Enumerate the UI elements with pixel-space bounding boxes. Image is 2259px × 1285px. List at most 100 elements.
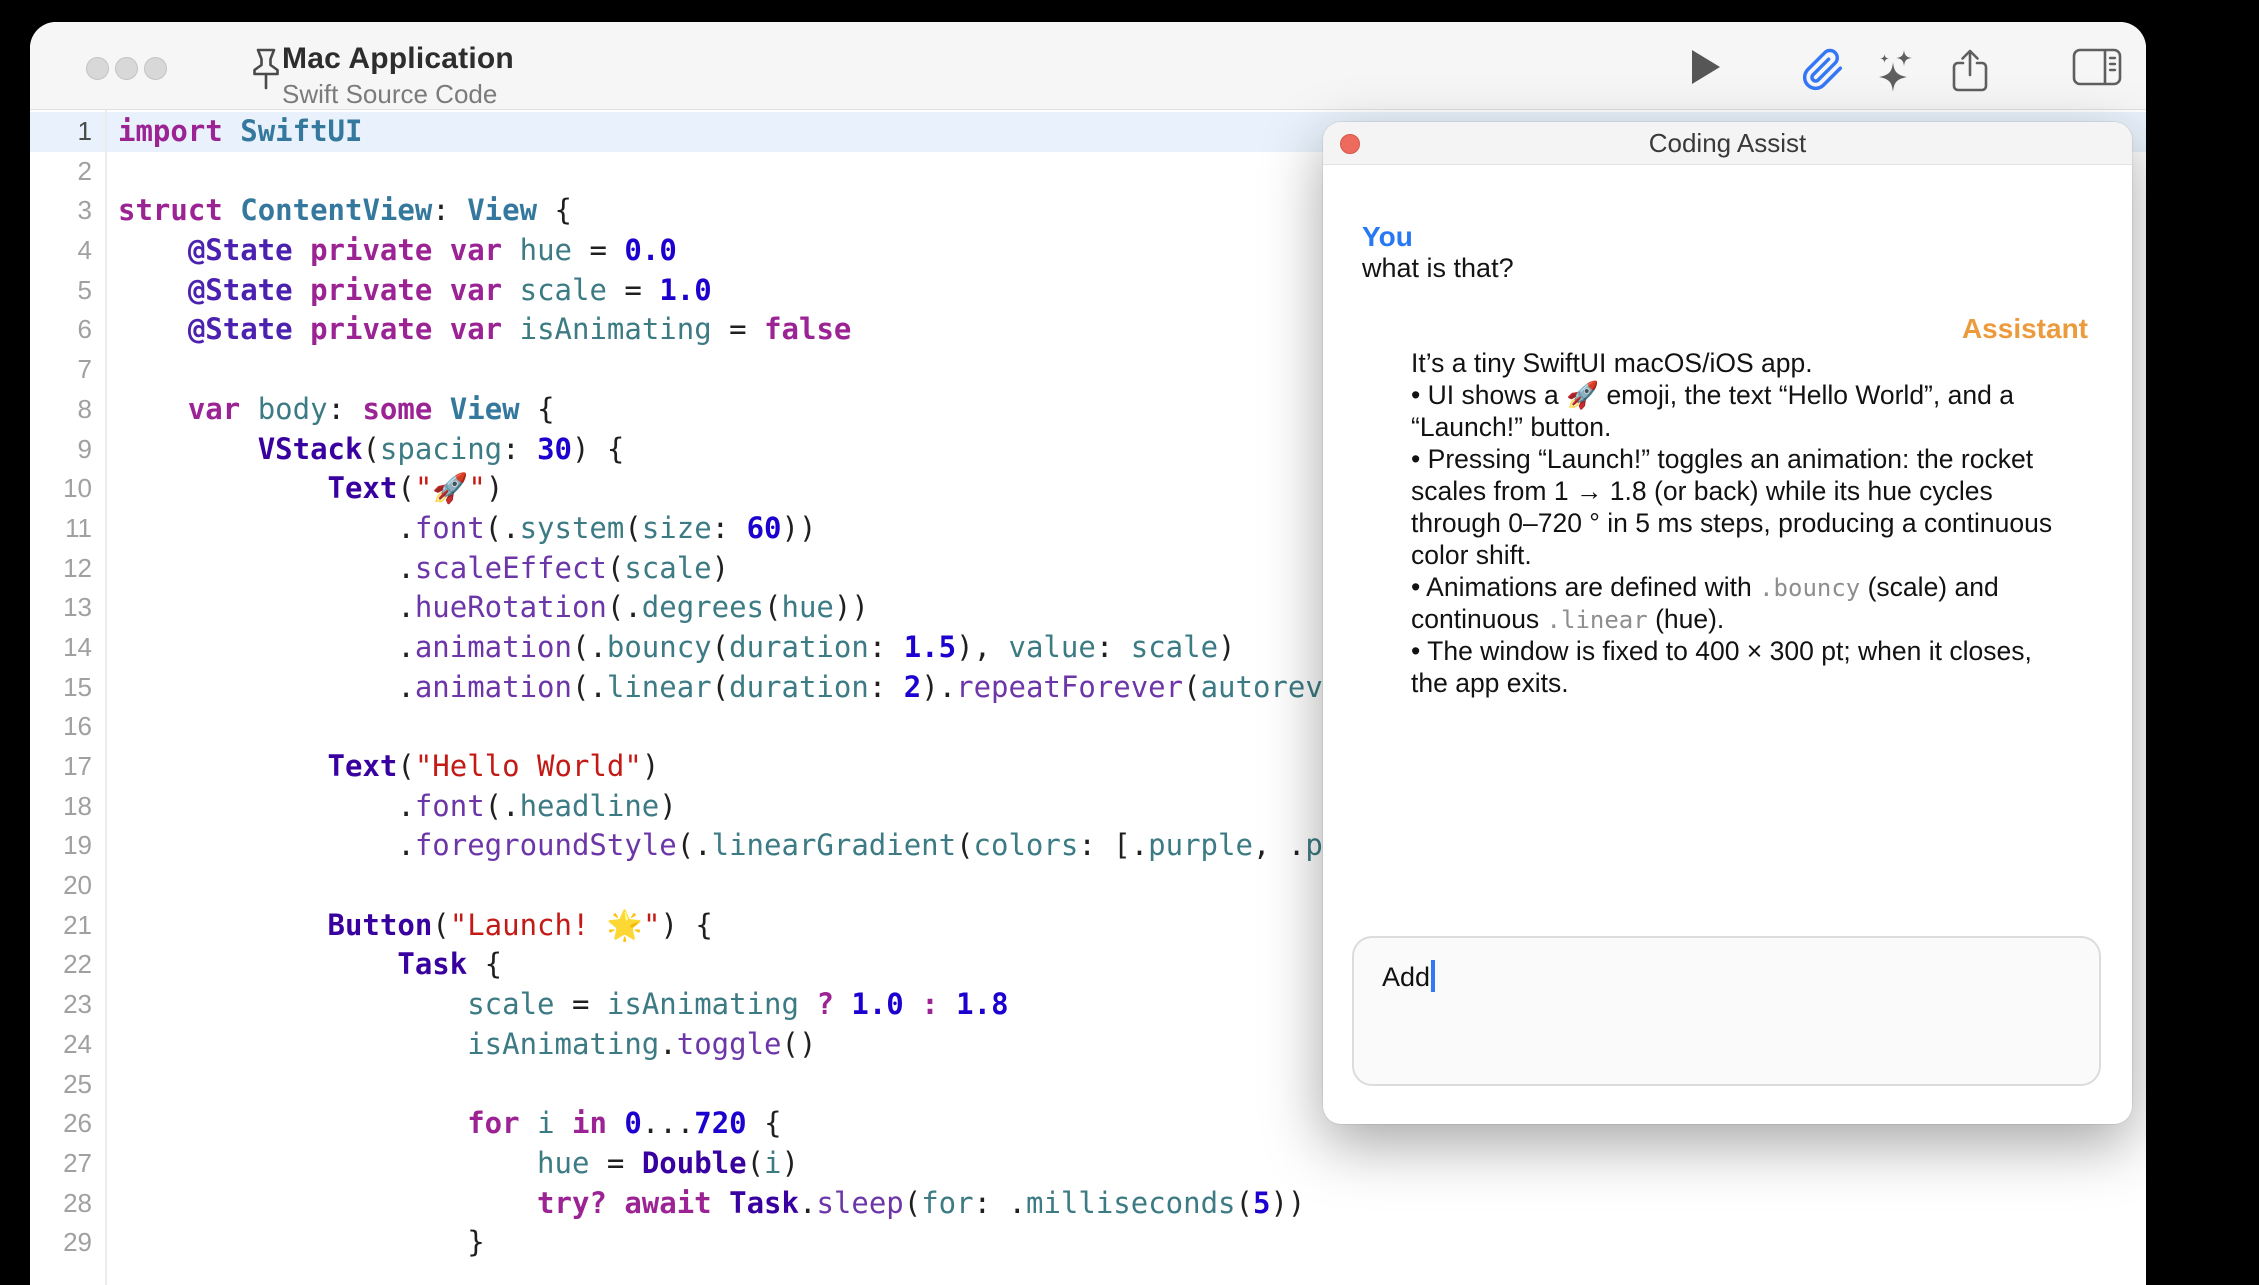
token [118, 471, 328, 505]
token: 1.8 [956, 987, 1008, 1021]
line-number: 13 [30, 588, 92, 628]
token: "Hello World" [415, 749, 642, 783]
token: continuous [1411, 604, 1547, 634]
token: ( [432, 908, 449, 942]
share-icon[interactable] [1951, 48, 1989, 94]
token: the app exits. [1411, 668, 1569, 698]
chat-input[interactable]: Add [1352, 936, 2101, 1086]
token: milliseconds [1026, 1186, 1236, 1220]
token: scale [1131, 630, 1218, 664]
token: 5 [1253, 1186, 1270, 1220]
token: ( [747, 1146, 764, 1180]
token: { [537, 193, 572, 227]
gutter-separator [105, 110, 107, 1285]
run-button[interactable] [1690, 48, 1722, 86]
token [502, 233, 519, 267]
token: } [118, 1225, 485, 1259]
assistant-line: • The window is fixed to 400 × 300 pt; w… [1411, 635, 2052, 667]
token: degrees [642, 590, 764, 624]
token: ), [956, 630, 1008, 664]
token: spacing [380, 432, 502, 466]
token: sleep [816, 1186, 903, 1220]
zoom-button[interactable] [144, 57, 167, 80]
sparkles-icon[interactable] [1873, 48, 1919, 94]
pin-icon[interactable] [245, 46, 287, 92]
token: • Animations are defined with [1411, 572, 1759, 602]
token: size [642, 511, 712, 545]
token: font [415, 511, 485, 545]
assistant-line: the app exits. [1411, 667, 2052, 699]
token: scaleEffect [415, 551, 607, 585]
token: , . [1253, 828, 1305, 862]
token: ) [782, 1146, 799, 1180]
token [118, 312, 188, 346]
token: hue [781, 590, 833, 624]
token: some [362, 392, 432, 426]
token [223, 114, 240, 148]
token: { [520, 392, 555, 426]
token: (scale) and [1860, 572, 1998, 602]
code-line [118, 350, 1340, 390]
token: for [921, 1186, 973, 1220]
line-number: 1 [30, 112, 92, 152]
token: purple [1148, 828, 1253, 862]
close-button[interactable] [86, 57, 109, 80]
sidebar-toggle-icon[interactable] [2072, 48, 2122, 86]
token: scale [624, 551, 711, 585]
paperclip-icon[interactable] [1801, 48, 1845, 92]
token: = [607, 273, 659, 307]
token: : [921, 987, 938, 1021]
token: ... [642, 1106, 694, 1140]
assistant-line: It’s a tiny SwiftUI macOS/iOS app. [1411, 347, 2052, 379]
line-number: 19 [30, 826, 92, 866]
token [118, 273, 188, 307]
token: ) { [572, 432, 624, 466]
token [118, 1146, 537, 1180]
code-line [118, 707, 1340, 747]
line-number: 27 [30, 1144, 92, 1184]
assistant-line: continuous .linear (hue). [1411, 603, 2052, 635]
code-line: scale = isAnimating ? 1.0 : 1.8 [118, 985, 1340, 1025]
token: duration [729, 630, 869, 664]
token: Button [328, 908, 433, 942]
token: @State [188, 273, 293, 307]
token: It’s a tiny SwiftUI macOS/iOS app. [1411, 348, 1813, 378]
token: .bouncy [1759, 574, 1860, 602]
panel-header[interactable]: Coding Assist [1323, 122, 2132, 165]
token [502, 273, 519, 307]
token: ) [659, 789, 676, 823]
token: i [537, 1106, 554, 1140]
assistant-line: color shift. [1411, 539, 2052, 571]
panel-close-button[interactable] [1340, 134, 1360, 154]
token: colors [974, 828, 1079, 862]
minimize-button[interactable] [115, 57, 138, 80]
code-content: import SwiftUIstruct ContentView: View {… [118, 112, 1340, 1263]
token: scale [520, 273, 607, 307]
token: : [432, 193, 467, 227]
token: duration [729, 670, 869, 704]
token: body [258, 392, 328, 426]
token: i [764, 1146, 781, 1180]
token: in [572, 1106, 607, 1140]
token: value [1009, 630, 1096, 664]
line-number: 3 [30, 191, 92, 231]
line-number-gutter: 1234567891011121314151617181920212223242… [30, 112, 92, 1263]
token: 0.0 [624, 233, 676, 267]
token: (. [485, 511, 520, 545]
token: SwiftUI [240, 114, 362, 148]
code-line: } [118, 1223, 1340, 1263]
token: : [869, 630, 904, 664]
token: private [310, 312, 432, 346]
code-line: @State private var hue = 0.0 [118, 231, 1340, 271]
line-number: 15 [30, 668, 92, 708]
token: : [. [1078, 828, 1148, 862]
token: 0 [624, 1106, 641, 1140]
token: ( [904, 1186, 921, 1220]
code-line: Text("🚀") [118, 469, 1340, 509]
token: animation [415, 630, 572, 664]
coding-assist-panel: Coding Assist You what is that? Assistan… [1323, 122, 2132, 1124]
user-message: what is that? [1362, 253, 1514, 284]
token [904, 987, 921, 1021]
code-line: .scaleEffect(scale) [118, 549, 1340, 589]
line-number: 24 [30, 1025, 92, 1065]
